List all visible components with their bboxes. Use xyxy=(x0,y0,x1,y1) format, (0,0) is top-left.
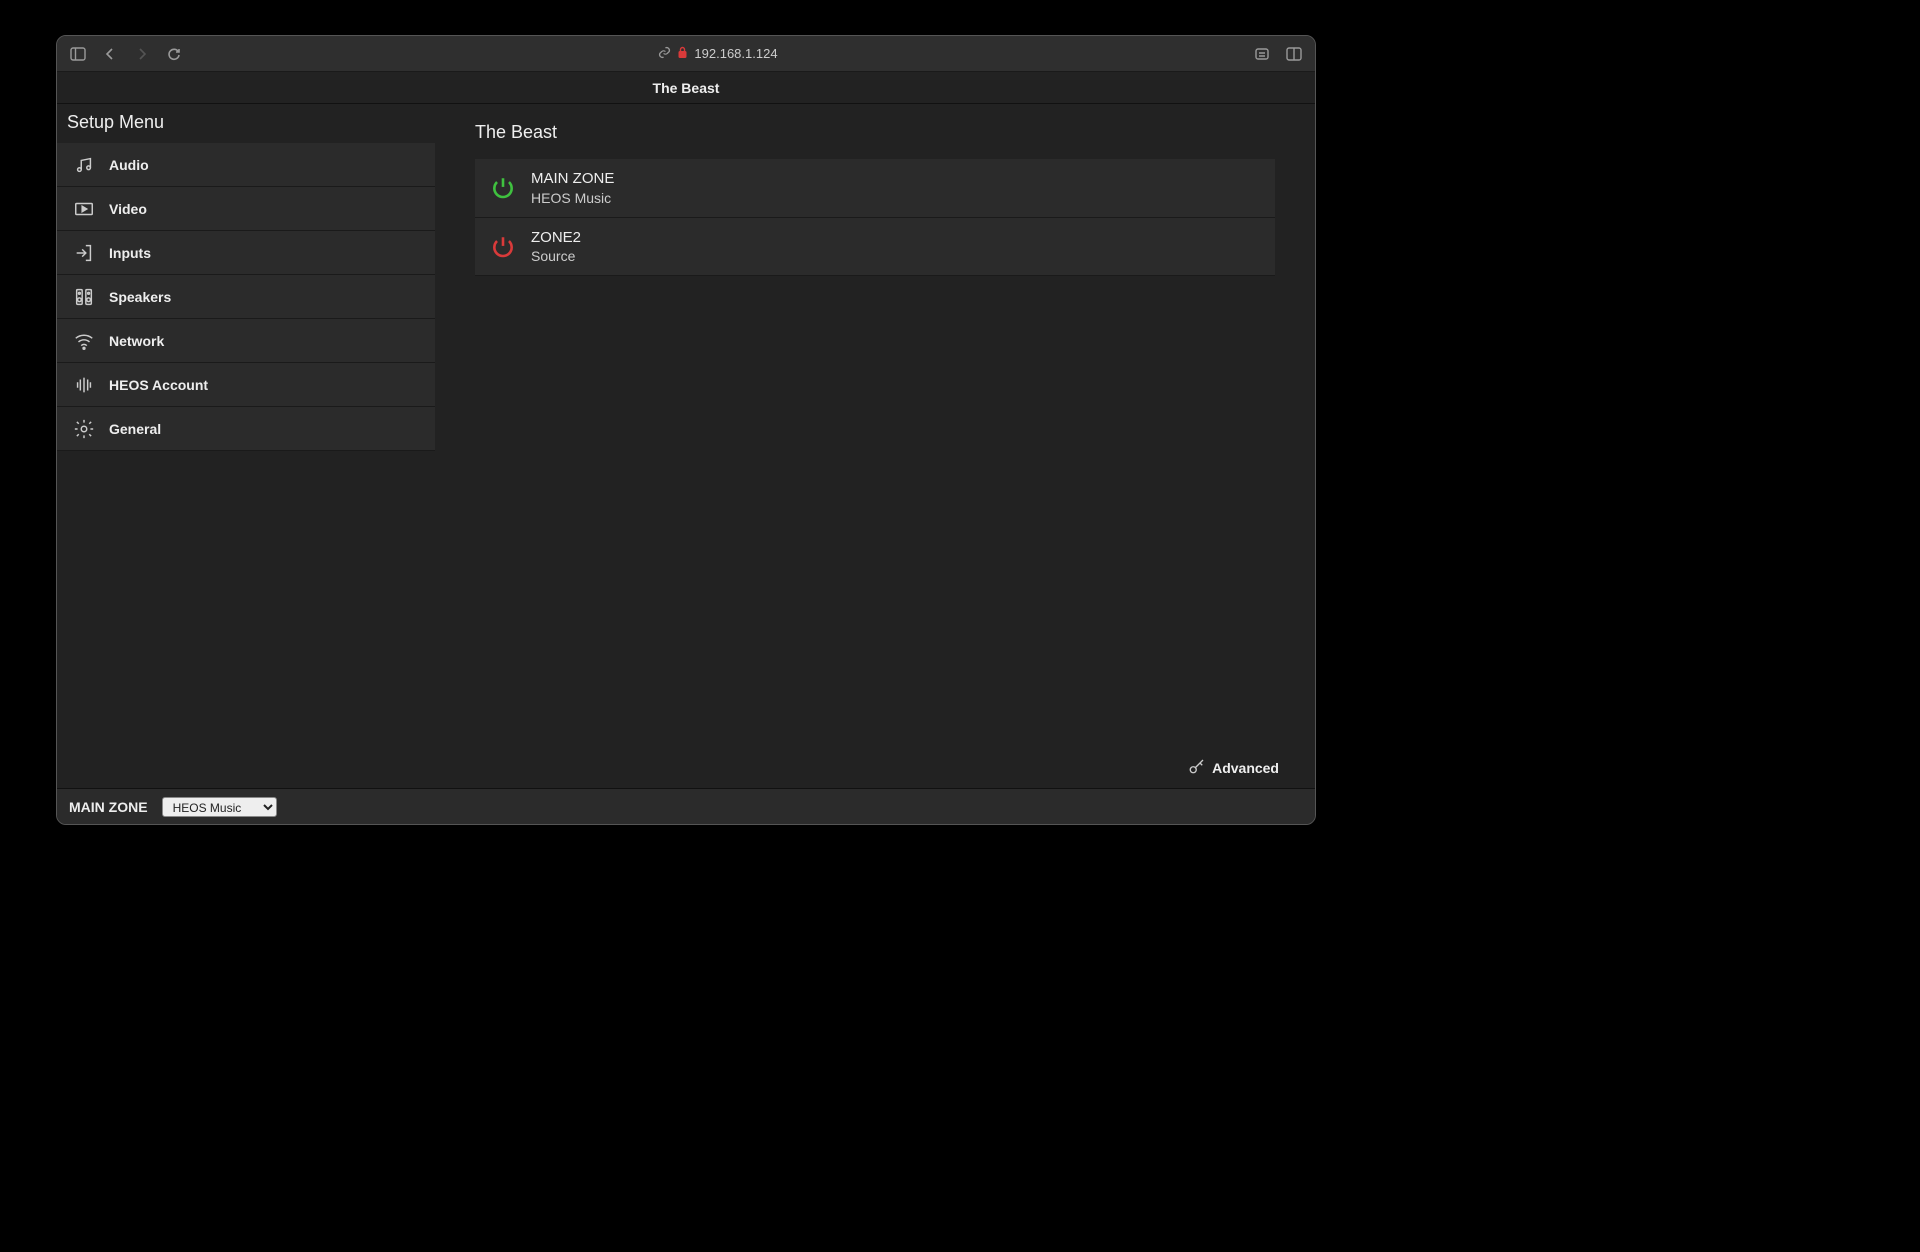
menu-item-label: Network xyxy=(109,333,164,349)
menu-item-label: HEOS Account xyxy=(109,377,208,393)
power-icon[interactable] xyxy=(489,233,517,261)
menu-item-label: Speakers xyxy=(109,289,171,305)
browser-window: 192.168.1.124 The Beast Setup Menu Audio xyxy=(56,35,1316,825)
menu-item-label: Inputs xyxy=(109,245,151,261)
zone-name: ZONE2 xyxy=(531,228,581,248)
zone-row-main[interactable]: MAIN ZONE HEOS Music xyxy=(475,159,1275,218)
link-icon xyxy=(658,46,671,62)
key-icon xyxy=(1188,757,1206,778)
sidebar-toggle-icon[interactable] xyxy=(69,45,87,63)
menu-item-speakers[interactable]: Speakers xyxy=(57,275,435,319)
menu-item-label: Audio xyxy=(109,157,149,173)
menu-item-network[interactable]: Network xyxy=(57,319,435,363)
browser-chrome: 192.168.1.124 xyxy=(57,36,1315,72)
menu-item-label: General xyxy=(109,421,161,437)
menu-item-video[interactable]: Video xyxy=(57,187,435,231)
device-name: The Beast xyxy=(475,122,1275,143)
video-icon xyxy=(71,196,97,222)
address-text[interactable]: 192.168.1.124 xyxy=(694,46,777,61)
footer-zone-label: MAIN ZONE xyxy=(69,799,148,815)
footer-source-select[interactable]: HEOS Music xyxy=(162,797,277,817)
gear-icon xyxy=(71,416,97,442)
heos-icon xyxy=(71,372,97,398)
tabs-icon[interactable] xyxy=(1285,45,1303,63)
sidebar-title: Setup Menu xyxy=(57,104,435,143)
zone-source: HEOS Music xyxy=(531,189,614,207)
reload-button[interactable] xyxy=(165,45,183,63)
advanced-label: Advanced xyxy=(1212,760,1279,776)
setup-menu-sidebar: Setup Menu Audio Video Inputs xyxy=(57,104,435,788)
audio-icon xyxy=(71,152,97,178)
footer-bar: MAIN ZONE HEOS Music xyxy=(57,788,1315,824)
share-icon[interactable] xyxy=(1253,45,1271,63)
insecure-lock-icon xyxy=(677,46,688,62)
forward-button[interactable] xyxy=(133,45,151,63)
main-content: The Beast MAIN ZONE HEOS Music ZONE2 Sou… xyxy=(435,104,1315,788)
zone-name: MAIN ZONE xyxy=(531,169,614,189)
menu-item-heos-account[interactable]: HEOS Account xyxy=(57,363,435,407)
power-icon[interactable] xyxy=(489,174,517,202)
speakers-icon xyxy=(71,284,97,310)
advanced-link[interactable]: Advanced xyxy=(1188,757,1279,778)
back-button[interactable] xyxy=(101,45,119,63)
network-icon xyxy=(71,328,97,354)
page-title: The Beast xyxy=(653,80,720,96)
menu-item-general[interactable]: General xyxy=(57,407,435,451)
menu-item-audio[interactable]: Audio xyxy=(57,143,435,187)
inputs-icon xyxy=(71,240,97,266)
menu-item-inputs[interactable]: Inputs xyxy=(57,231,435,275)
zone-row-zone2[interactable]: ZONE2 Source xyxy=(475,218,1275,277)
zone-source: Source xyxy=(531,247,581,265)
menu-item-label: Video xyxy=(109,201,147,217)
page-title-bar: The Beast xyxy=(57,72,1315,104)
